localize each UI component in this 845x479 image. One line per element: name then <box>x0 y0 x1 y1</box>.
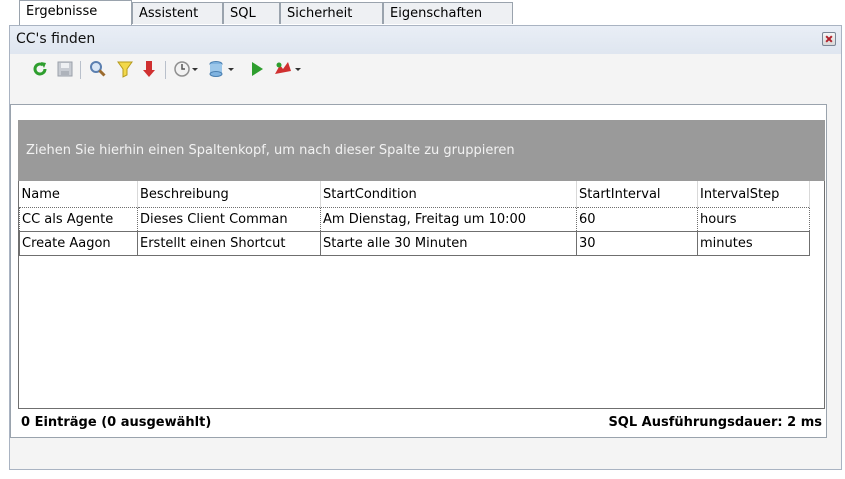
sql-duration-label: SQL Ausführungsdauer: 2 ms <box>608 415 822 430</box>
table-cell[interactable]: Erstellt einen Shortcut <box>137 231 321 256</box>
tab-assistent[interactable]: Assistent <box>132 2 223 24</box>
tab-eigenschaften[interactable]: Eigenschaften <box>383 2 513 24</box>
table-cell[interactable]: 60 <box>576 207 698 232</box>
column-header-intervalstep[interactable]: IntervalStep <box>697 181 810 208</box>
toolbar <box>10 54 841 84</box>
close-icon[interactable] <box>822 32 836 46</box>
row-count-label: 0 Einträge (0 ausgewählt) <box>21 415 212 430</box>
column-header-name[interactable]: Name <box>19 181 138 208</box>
save-icon[interactable] <box>55 59 75 79</box>
tab-sicherheit[interactable]: Sicherheit <box>280 2 383 24</box>
results-grid[interactable]: Name Beschreibung StartCondition StartIn… <box>18 181 825 409</box>
refresh-icon[interactable] <box>30 59 50 79</box>
table-cell[interactable]: Dieses Client Comman <box>137 207 321 232</box>
column-header-startinterval[interactable]: StartInterval <box>576 181 698 208</box>
table-row[interactable]: Create Aagon Erstellt einen Shortcut Sta… <box>19 231 810 256</box>
tab-sql[interactable]: SQL <box>223 2 280 24</box>
group-by-hint: Ziehen Sie hierhin einen Spaltenkopf, um… <box>26 143 515 158</box>
table-cell[interactable]: hours <box>697 207 810 232</box>
group-by-panel[interactable]: Ziehen Sie hierhin einen Spaltenkopf, um… <box>18 120 825 181</box>
run-icon[interactable] <box>248 59 266 79</box>
database-icon[interactable] <box>207 59 239 79</box>
title-bar: CC's finden <box>10 26 841 54</box>
column-header-beschreibung[interactable]: Beschreibung <box>137 181 321 208</box>
table-cell[interactable]: Starte alle 30 Minuten <box>320 231 577 256</box>
filter-icon[interactable] <box>115 59 135 79</box>
table-cell[interactable]: minutes <box>697 231 810 256</box>
toolbar-separator <box>80 61 81 79</box>
results-table: Name Beschreibung StartCondition StartIn… <box>19 181 810 256</box>
table-row[interactable]: CC als Agente Dieses Client Comman Am Di… <box>19 207 810 232</box>
find-icon[interactable] <box>87 59 109 79</box>
clock-icon[interactable] <box>172 59 202 79</box>
table-cell[interactable]: 30 <box>576 231 698 256</box>
status-bar: 0 Einträge (0 ausgewählt) SQL Ausführung… <box>18 410 825 436</box>
table-cell[interactable]: Create Aagon <box>19 231 138 256</box>
column-header-startcondition[interactable]: StartCondition <box>320 181 577 208</box>
window-title: CC's finden <box>16 31 96 47</box>
toolbar-separator <box>165 61 166 79</box>
sort-icon[interactable] <box>140 59 158 79</box>
tab-ergebnisse[interactable]: Ergebnisse <box>19 0 132 25</box>
table-cell[interactable]: Am Dienstag, Freitag um 10:00 <box>320 207 577 232</box>
table-cell[interactable]: CC als Agente <box>19 207 138 232</box>
tools-icon[interactable] <box>272 59 304 79</box>
